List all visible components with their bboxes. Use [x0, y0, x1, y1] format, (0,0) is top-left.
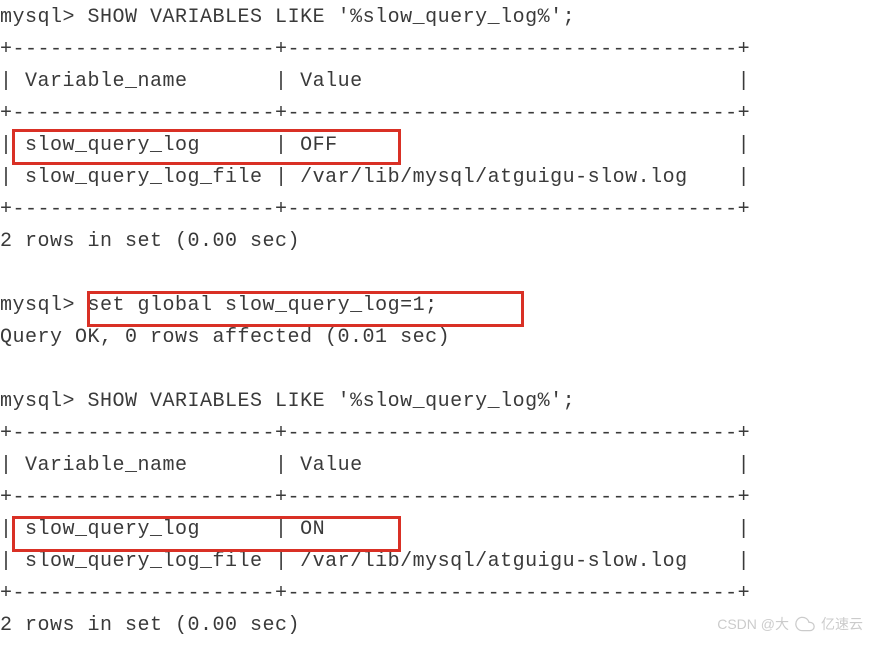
- sql-command: set global slow_query_log=1;: [88, 294, 438, 317]
- value-cell: /var/lib/mysql/atguigu-slow.log: [300, 550, 688, 573]
- value-cell: OFF: [300, 134, 338, 157]
- header-variable: Variable_name: [25, 70, 188, 93]
- table-divider: +---------------------+-----------------…: [0, 194, 871, 226]
- header-variable: Variable_name: [25, 454, 188, 477]
- result-line: 2 rows in set (0.00 sec): [0, 226, 871, 258]
- query3-command-line: mysql> SHOW VARIABLES LIKE '%slow_query_…: [0, 386, 871, 418]
- table-divider: +---------------------+-----------------…: [0, 482, 871, 514]
- table-row: | slow_query_log | ON |: [0, 514, 871, 546]
- cloud-icon: [795, 614, 815, 634]
- variable-cell: slow_query_log: [25, 134, 200, 157]
- value-cell: ON: [300, 518, 325, 541]
- table-row: | slow_query_log_file | /var/lib/mysql/a…: [0, 546, 871, 578]
- table-header: | Variable_name | Value |: [0, 66, 871, 98]
- variable-cell: slow_query_log: [25, 518, 200, 541]
- header-value: Value: [300, 454, 363, 477]
- query1-command-line: mysql> SHOW VARIABLES LIKE '%slow_query_…: [0, 2, 871, 34]
- prompt: mysql>: [0, 390, 75, 413]
- table-divider: +---------------------+-----------------…: [0, 34, 871, 66]
- query2-command-line: mysql> set global slow_query_log=1;: [0, 290, 871, 322]
- table-header: | Variable_name | Value |: [0, 450, 871, 482]
- header-value: Value: [300, 70, 363, 93]
- prompt: mysql>: [0, 6, 75, 29]
- result-line: Query OK, 0 rows affected (0.01 sec): [0, 322, 871, 354]
- table-divider: +---------------------+-----------------…: [0, 98, 871, 130]
- table-divider: +---------------------+-----------------…: [0, 578, 871, 610]
- table-row: | slow_query_log_file | /var/lib/mysql/a…: [0, 162, 871, 194]
- watermark-text1: CSDN @大: [717, 613, 789, 635]
- prompt: mysql>: [0, 294, 75, 317]
- sql-command: SHOW VARIABLES LIKE '%slow_query_log%';: [88, 6, 576, 29]
- sql-command: SHOW VARIABLES LIKE '%slow_query_log%';: [88, 390, 576, 413]
- variable-cell: slow_query_log_file: [25, 550, 263, 573]
- table-divider: +---------------------+-----------------…: [0, 418, 871, 450]
- variable-cell: slow_query_log_file: [25, 166, 263, 189]
- terminal-output: mysql> SHOW VARIABLES LIKE '%slow_query_…: [0, 2, 871, 642]
- blank-line: [0, 354, 871, 386]
- watermark-text2: 亿速云: [821, 613, 863, 635]
- watermark: CSDN @大 亿速云: [717, 613, 863, 635]
- value-cell: /var/lib/mysql/atguigu-slow.log: [300, 166, 688, 189]
- blank-line: [0, 258, 871, 290]
- table-row: | slow_query_log | OFF |: [0, 130, 871, 162]
